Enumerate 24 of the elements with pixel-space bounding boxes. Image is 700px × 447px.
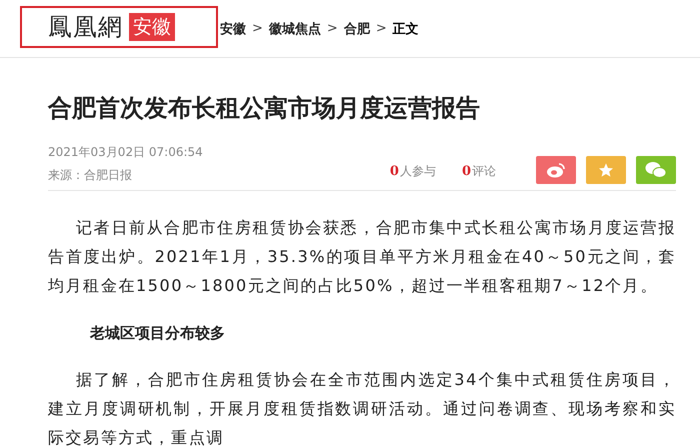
publish-date: 2021年03月02日 07:06:54	[48, 144, 204, 161]
breadcrumb-link[interactable]: 徽城焦点	[268, 20, 321, 38]
star-icon	[598, 162, 614, 178]
article-source: 来源：合肥日报	[48, 167, 133, 184]
region-label: 安徽	[129, 12, 175, 40]
chat-bubbles-icon	[645, 161, 667, 179]
share-button[interactable]	[586, 156, 626, 184]
share-button[interactable]	[536, 156, 576, 184]
stat-count: 0人参与	[390, 163, 436, 180]
weibo-icon	[546, 162, 566, 178]
breadcrumb-separator: >	[326, 21, 338, 36]
body-paragraph: 记者日前从合肥市住房租赁协会获悉，合肥市集中式长租公寓市场月度运营报告首度出炉。2021年1月，35.3%的项目单平方米月租金在40～50元之间，套均月租金在1500～1800元之间的占比50%，超过一半租客租期7～12个月。	[48, 217, 676, 297]
breadcrumb-current: 正文	[392, 20, 419, 38]
breadcrumb-separator: >	[252, 21, 263, 36]
stat-count: 0评论	[462, 163, 496, 180]
share-button[interactable]	[636, 156, 676, 184]
section-heading: 老城区项目分布较多	[90, 324, 226, 343]
breadcrumb-link[interactable]: 安徽	[220, 20, 246, 38]
breadcrumb-separator: >	[376, 21, 387, 36]
body-paragraph: 据了解，合肥市住房租赁协会在全市范围内选定34个集中式租赁住房项目，建立月度调研机制，开展月度租赁指数调研活动。通过问卷调查、现场考察和实际交易等方式，重点调	[48, 369, 676, 447]
logo-text: 鳳凰網	[48, 12, 123, 42]
site-logo[interactable]: 鳳凰網 安徽	[20, 6, 218, 48]
breadcrumb-link[interactable]: 合肥	[344, 20, 370, 38]
article-title: 合肥首次发布长租公寓市场月度运营报告	[48, 93, 481, 124]
